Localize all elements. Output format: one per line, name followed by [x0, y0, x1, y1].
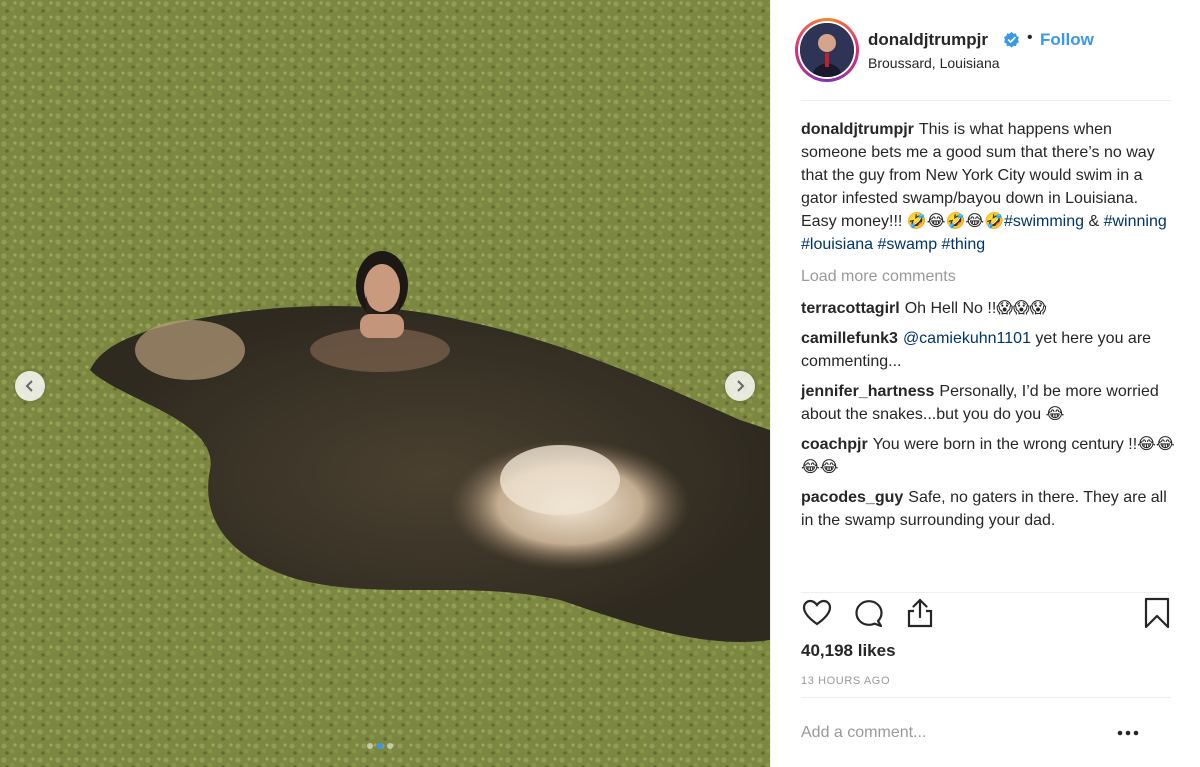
hashtag-link[interactable]: #louisiana	[801, 236, 873, 253]
comments-list: donaldjtrumpjr This is what happens when …	[801, 118, 1176, 539]
comment-item: camillefunk3 @camiekuhn1101 yet here you …	[801, 327, 1176, 373]
chevron-left-icon	[25, 380, 33, 392]
hashtag-link[interactable]: #thing	[942, 236, 986, 253]
comment-item: pacodes_guy Safe, no gaters in there. The…	[801, 486, 1176, 532]
add-comment-input[interactable]	[801, 724, 1121, 742]
likes-count[interactable]: 40,198 likes	[801, 641, 896, 661]
caption-joiner: &	[1088, 213, 1100, 230]
avatar-image	[800, 23, 854, 77]
hashtag-link[interactable]: #swimming	[1004, 213, 1084, 230]
carousel-dot-active	[377, 743, 383, 749]
comment-mention[interactable]: @camiekuhn1101	[903, 330, 1031, 347]
comment-username[interactable]: camillefunk3	[801, 330, 898, 347]
divider	[801, 100, 1171, 101]
post-location[interactable]: Broussard, Louisiana	[868, 55, 1000, 71]
post-caption: donaldjtrumpjr This is what happens when …	[801, 118, 1176, 256]
separator-dot: •	[1027, 29, 1033, 46]
hashtag-link[interactable]: #swamp	[878, 236, 938, 253]
carousel-dot	[367, 743, 373, 749]
post-timestamp: 13 HOURS AGO	[801, 675, 891, 687]
carousel-dot	[387, 743, 393, 749]
comment-icon[interactable]	[853, 597, 885, 629]
hashtag-link[interactable]: #winning	[1104, 213, 1167, 230]
bookmark-icon[interactable]	[1141, 597, 1173, 629]
swamp-photo	[0, 0, 770, 767]
share-icon[interactable]	[904, 597, 936, 629]
post-side-panel: donaldjtrumpjr • Follow Broussard, Louis…	[770, 0, 1200, 767]
carousel-prev-button[interactable]	[15, 371, 45, 401]
load-more-comments[interactable]: Load more comments	[801, 265, 1176, 288]
carousel-next-button[interactable]	[725, 371, 755, 401]
post-media[interactable]	[0, 0, 770, 767]
heart-icon[interactable]	[801, 597, 833, 629]
caption-username[interactable]: donaldjtrumpjr	[801, 121, 914, 138]
comment-text: Oh Hell No !!😱😱😱	[904, 300, 1047, 317]
post-actions	[801, 597, 1171, 631]
chevron-right-icon	[737, 380, 745, 392]
comment-item: jennifer_hartness Personally, I’d be more…	[801, 380, 1176, 426]
carousel-indicator	[367, 743, 393, 749]
follow-button[interactable]: Follow	[1040, 30, 1094, 50]
story-ring[interactable]	[795, 18, 859, 82]
comment-item: coachpjr You were born in the wrong centu…	[801, 433, 1176, 479]
instagram-post: donaldjtrumpjr • Follow Broussard, Louis…	[0, 0, 1200, 767]
comment-username[interactable]: jennifer_hartness	[801, 383, 934, 400]
comment-username[interactable]: coachpjr	[801, 436, 868, 453]
more-options-icon[interactable]	[1116, 726, 1140, 740]
verified-badge-icon	[1004, 31, 1019, 48]
comment-username[interactable]: pacodes_guy	[801, 489, 903, 506]
post-header: donaldjtrumpjr • Follow Broussard, Louis…	[771, 0, 1200, 100]
divider	[801, 592, 1171, 593]
avatar[interactable]	[800, 23, 854, 77]
comment-username[interactable]: terracottagirl	[801, 300, 900, 317]
post-username[interactable]: donaldjtrumpjr	[868, 30, 988, 50]
comment-item: terracottagirl Oh Hell No !!😱😱😱	[801, 297, 1176, 320]
divider	[801, 697, 1171, 698]
